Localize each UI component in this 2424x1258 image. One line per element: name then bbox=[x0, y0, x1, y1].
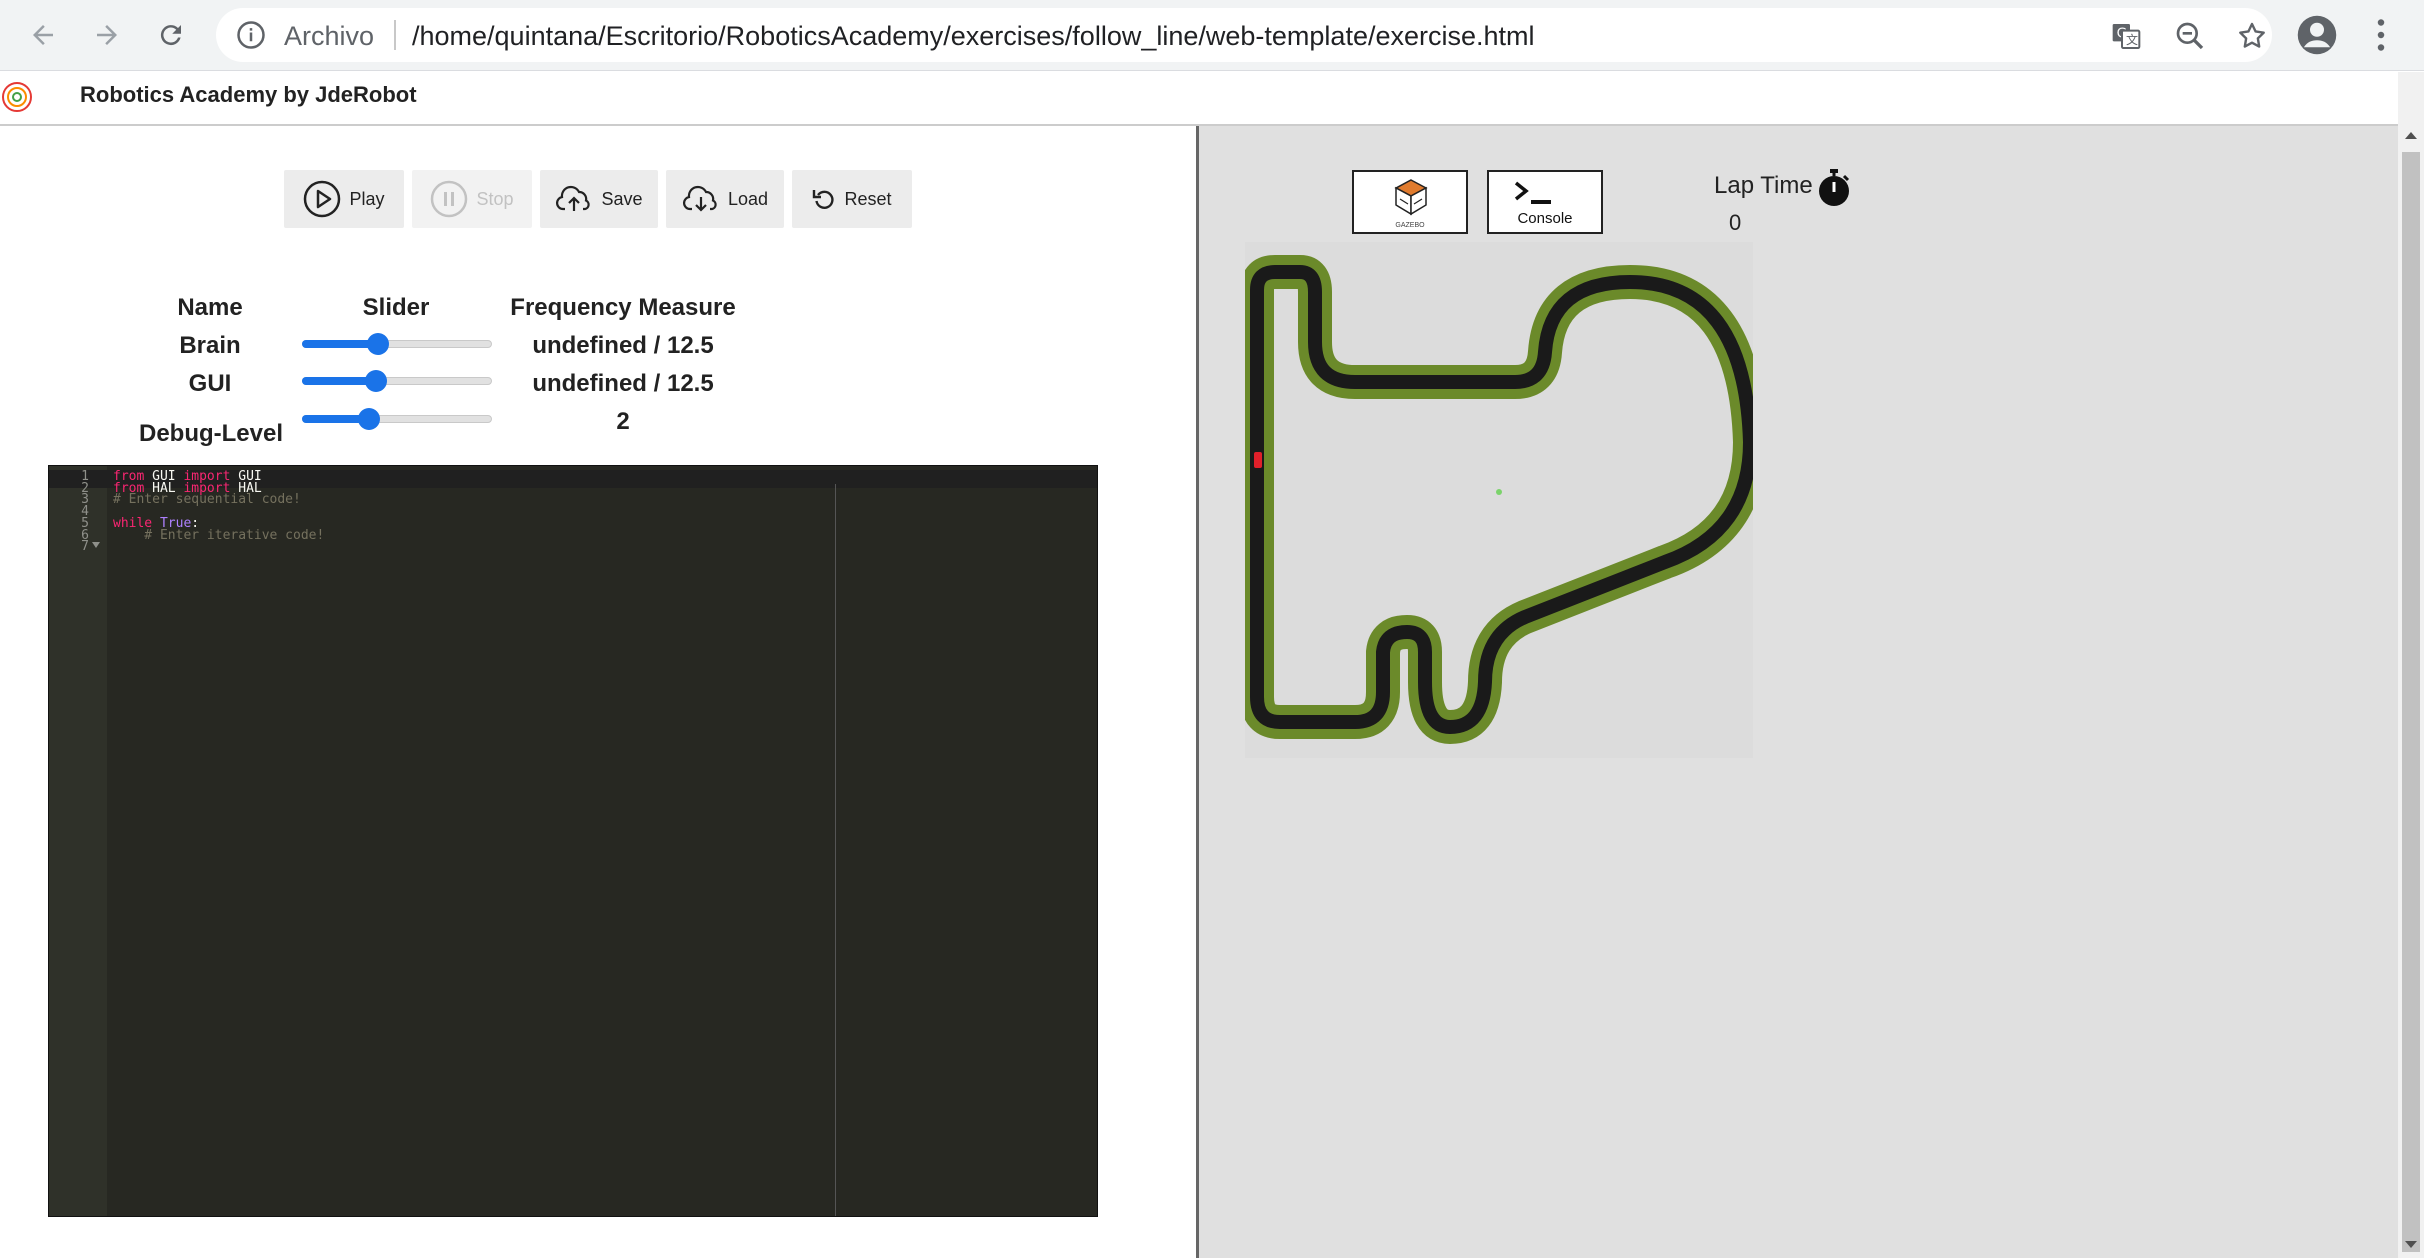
lap-time-label: Lap Time bbox=[1714, 172, 1813, 199]
editor-gutter bbox=[49, 466, 107, 1216]
code-line[interactable]: # Enter sequential code! bbox=[113, 492, 301, 507]
row-gui-measure: undefined / 12.5 bbox=[532, 370, 714, 397]
scroll-down-arrow-icon[interactable] bbox=[2398, 1232, 2424, 1256]
line-number: 7 bbox=[81, 539, 89, 555]
translate-icon[interactable]: G 文 bbox=[2110, 20, 2142, 52]
scrollbar-thumb[interactable] bbox=[2402, 152, 2420, 1252]
play-button[interactable]: Play bbox=[284, 170, 404, 228]
url-text[interactable]: /home/quintana/Escritorio/RoboticsAcadem… bbox=[412, 21, 1535, 52]
reset-button[interactable]: Reset bbox=[792, 170, 912, 228]
brain-slider[interactable] bbox=[302, 333, 492, 355]
address-separator bbox=[394, 20, 396, 50]
stop-label: Stop bbox=[476, 188, 514, 209]
reset-label: Reset bbox=[844, 188, 892, 209]
menu-dots-icon[interactable] bbox=[2366, 16, 2396, 54]
terminal-icon bbox=[1514, 181, 1551, 204]
debug-level-slider[interactable] bbox=[302, 408, 492, 430]
row-gui-name: GUI bbox=[188, 370, 232, 397]
back-arrow-icon[interactable] bbox=[22, 14, 64, 56]
stopwatch-icon bbox=[1819, 169, 1850, 206]
save-button[interactable]: Save bbox=[540, 170, 658, 228]
header-frequency-measure: Frequency Measure bbox=[510, 294, 736, 321]
cloud-download-icon bbox=[682, 185, 717, 212]
lap-time-value: 0 bbox=[1729, 210, 1742, 235]
browser-toolbar: Archivo /home/quintana/Escritorio/Roboti… bbox=[0, 0, 2424, 71]
zoom-out-icon[interactable] bbox=[2174, 20, 2206, 52]
code-editor[interactable]: 1 from GUI import GUI 2 from HAL import HAL… bbox=[48, 465, 1098, 1217]
row-debug-level-measure: 2 bbox=[616, 408, 630, 435]
app-header: Robotics Academy by JdeRobot bbox=[0, 72, 2398, 126]
simulation-panel: GAZEBO Console Lap Time 0 bbox=[1199, 126, 2398, 1258]
print-margin bbox=[835, 484, 836, 1216]
circuit-canvas bbox=[1240, 242, 1767, 758]
play-icon bbox=[304, 180, 341, 218]
row-brain-measure: undefined / 12.5 bbox=[532, 332, 714, 359]
gui-slider-thumb[interactable] bbox=[365, 370, 388, 392]
page-scrollbar[interactable] bbox=[2398, 72, 2424, 1258]
gazebo-label: GAZEBO bbox=[1395, 222, 1425, 229]
code-comment: # Enter sequential code! bbox=[113, 492, 301, 508]
save-label: Save bbox=[601, 188, 643, 209]
reset-icon bbox=[813, 190, 835, 209]
gazebo-button[interactable]: GAZEBO bbox=[1352, 170, 1468, 234]
gui-slider[interactable] bbox=[302, 370, 492, 392]
info-icon[interactable] bbox=[236, 20, 266, 50]
load-button[interactable]: Load bbox=[666, 170, 784, 228]
code-comment: # Enter iterative code! bbox=[113, 527, 325, 543]
pause-icon bbox=[431, 180, 468, 218]
row-brain-name: Brain bbox=[179, 332, 241, 359]
svg-text:文: 文 bbox=[2126, 32, 2138, 47]
code-line[interactable]: # Enter iterative code! bbox=[113, 528, 324, 543]
forward-arrow-icon[interactable] bbox=[86, 14, 128, 56]
debug-level-slider-thumb[interactable] bbox=[357, 408, 380, 430]
jderobot-logo bbox=[2, 82, 32, 112]
reload-icon[interactable] bbox=[150, 14, 192, 56]
app-title: Robotics Academy by JdeRobot bbox=[80, 82, 417, 107]
header-slider: Slider bbox=[362, 294, 430, 321]
brain-slider-thumb[interactable] bbox=[367, 333, 389, 355]
security-label: Archivo bbox=[284, 21, 375, 51]
scroll-up-arrow-icon[interactable] bbox=[2398, 124, 2424, 148]
star-icon[interactable] bbox=[2236, 20, 2268, 52]
header-name: Name bbox=[177, 294, 243, 321]
address-bar[interactable]: Archivo /home/quintana/Escritorio/Roboti… bbox=[216, 8, 2272, 62]
robot-car bbox=[1254, 452, 1262, 468]
account-icon[interactable] bbox=[2296, 14, 2338, 56]
console-label: Console bbox=[1517, 210, 1573, 227]
fold-arrow-icon[interactable] bbox=[92, 542, 100, 548]
cloud-upload-icon bbox=[556, 185, 591, 211]
play-label: Play bbox=[349, 188, 385, 209]
row-debug-level-name: Debug-Level bbox=[138, 420, 284, 447]
gazebo-icon bbox=[1394, 179, 1428, 216]
race-track bbox=[1240, 255, 1767, 744]
target-marker bbox=[1496, 489, 1502, 495]
load-label: Load bbox=[727, 188, 769, 209]
console-button[interactable]: Console bbox=[1487, 170, 1603, 234]
stop-button[interactable]: Stop bbox=[412, 170, 532, 228]
